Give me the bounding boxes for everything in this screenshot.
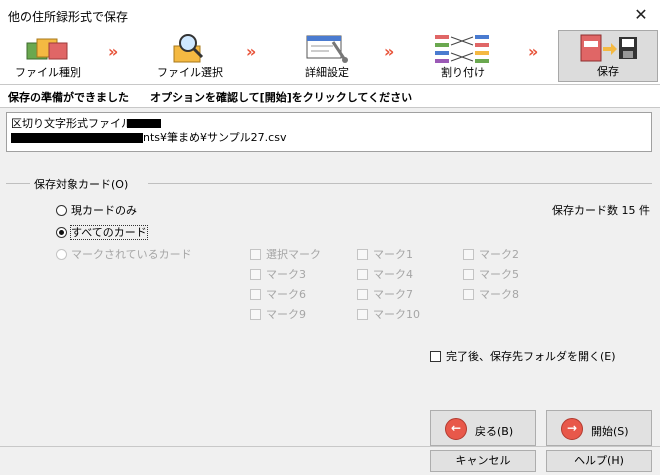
step-arrow-icon: » [384, 42, 394, 61]
checkbox-open-folder[interactable]: 完了後、保存先フォルダを開く(E) [430, 348, 616, 364]
start-button-label: 開始(S) [591, 425, 629, 438]
settings-tools-icon [306, 35, 348, 63]
radio-all-cards[interactable]: すべてのカード [56, 224, 148, 240]
step-file-type: ファイル種別 [12, 30, 84, 82]
help-button[interactable]: ヘルプ(H) [546, 450, 652, 472]
step-label: ファイル種別 [15, 66, 81, 79]
step-arrow-icon: » [108, 42, 118, 61]
arrow-left-icon: ← [445, 418, 467, 440]
radio-label: 現カードのみ [71, 204, 137, 217]
title-bar: 他の住所録形式で保存 ✕ [0, 0, 660, 30]
checkbox-mark-8[interactable]: マーク8 [463, 286, 519, 302]
step-detail-settings: 詳細設定 [290, 30, 364, 82]
checkbox-mark-1[interactable]: マーク1 [357, 246, 413, 262]
checkbox-mark-2[interactable]: マーク2 [463, 246, 519, 262]
group-divider [6, 183, 30, 184]
arrow-right-icon: → [561, 418, 583, 440]
step-file-select: ファイル選択 [150, 30, 230, 82]
back-button-label: 戻る(B) [475, 425, 514, 438]
step-save-current: 保存 [558, 30, 658, 82]
radio-label: すべてのカード [70, 225, 148, 240]
step-mapping: 割り付け [426, 30, 500, 82]
file-path-line: nts¥筆まめ¥サンプル27.csv [11, 129, 286, 145]
cancel-button[interactable]: キャンセル [430, 450, 536, 472]
radio-current-card[interactable]: 現カードのみ [56, 202, 137, 218]
back-button[interactable]: ← 戻る(B) [430, 410, 536, 446]
radio-circle [56, 249, 67, 260]
redaction-bar [127, 119, 161, 128]
save-addressbook-icon [580, 34, 637, 62]
magnifier-folder-icon [173, 34, 204, 63]
checkbox-mark-7[interactable]: マーク7 [357, 286, 413, 302]
step-label: 割り付け [441, 66, 485, 79]
checkbox-mark-5[interactable]: マーク5 [463, 266, 519, 282]
checkbox-mark-9[interactable]: マーク9 [250, 306, 306, 322]
instruction-bar: 保存の準備ができました オプションを確認して[開始]をクリックしてください [0, 84, 660, 108]
folders-icon [26, 38, 68, 60]
group-divider [148, 183, 652, 184]
step-arrow-icon: » [528, 42, 538, 61]
open-folder-label: 完了後、保存先フォルダを開く(E) [446, 350, 616, 363]
radio-circle [56, 205, 67, 216]
step-label: ファイル選択 [157, 66, 223, 79]
checkbox-mark-10[interactable]: マーク10 [357, 306, 420, 322]
wizard-steps: ファイル種別 » ファイル選択 » 詳細設定 » 割り付け » 保存 [0, 30, 660, 84]
radio-label: マークされているカード [71, 248, 192, 261]
file-path-text: nts¥筆まめ¥サンプル27.csv [143, 131, 287, 144]
redaction-bar [11, 133, 143, 143]
checkbox-mark-6[interactable]: マーク6 [250, 286, 306, 302]
step-label: 保存 [597, 65, 619, 78]
target-group-label: 保存対象カード(O) [30, 176, 133, 192]
mapping-lines-icon [435, 35, 489, 63]
radio-marked-cards[interactable]: マークされているカード [56, 246, 192, 262]
start-button[interactable]: → 開始(S) [546, 410, 652, 446]
checkbox-mark-4[interactable]: マーク4 [357, 266, 413, 282]
checkbox-mark-3[interactable]: マーク3 [250, 266, 306, 282]
instruction-text: オプションを確認して[開始]をクリックしてください [150, 91, 413, 104]
footer-divider [0, 446, 660, 447]
status-text: 保存の準備ができました [8, 91, 129, 104]
close-icon[interactable]: ✕ [626, 2, 656, 28]
radio-circle [56, 227, 67, 238]
window-title: 他の住所録形式で保存 [8, 10, 129, 24]
file-info-box: 区切り文字形式ファイル nts¥筆まめ¥サンプル27.csv [6, 112, 652, 152]
checkbox-select-mark[interactable]: 選択マーク [250, 246, 321, 262]
save-card-count: 保存カード数 15 件 [552, 204, 650, 217]
step-arrow-icon: » [246, 42, 256, 61]
step-label: 詳細設定 [305, 66, 349, 79]
